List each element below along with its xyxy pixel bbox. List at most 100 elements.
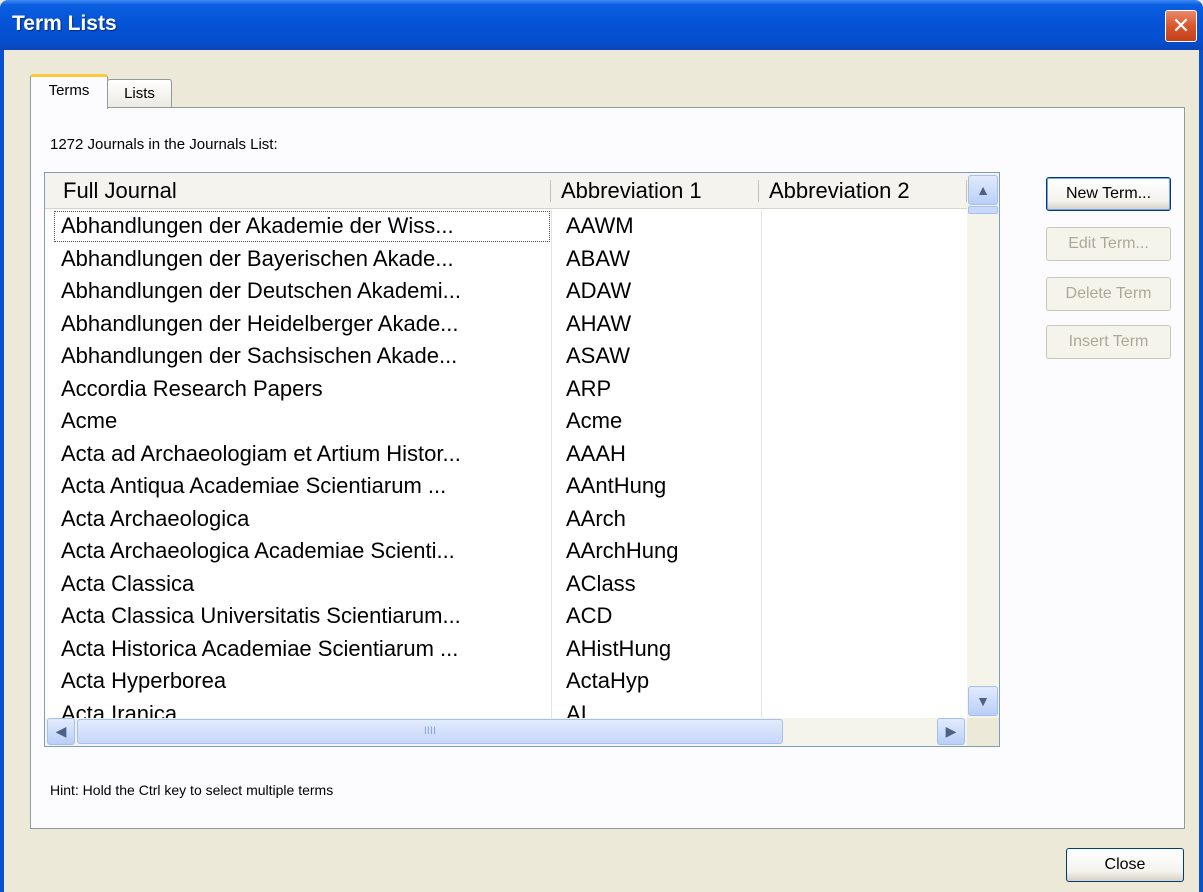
vertical-scroll-thumb[interactable] [968, 206, 998, 214]
table-row[interactable]: Acta Historica Academiae Scientiarum ...… [53, 632, 967, 665]
full-journal-cell: Acta Hyperborea [61, 668, 227, 693]
table-row[interactable]: Acta ad Archaeologiam et Artium Histor..… [53, 437, 967, 470]
table-row[interactable]: Acta Classica AClass [53, 567, 967, 600]
full-journal-cell: Acta Historica Academiae Scientiarum ... [61, 635, 459, 661]
scroll-left-button[interactable]: ◀ [47, 718, 75, 745]
grip-icon: IIII [423, 725, 437, 737]
table-row[interactable]: Abhandlungen der Deutschen Akademi... ADA… [53, 275, 967, 308]
new-term-button[interactable]: New Term... [1046, 177, 1171, 211]
column-header-label: Abbreviation 1 [561, 178, 702, 203]
vertical-scrollbar[interactable]: ▲ ▼ [967, 173, 999, 718]
abbreviation-2-cell [761, 242, 967, 275]
list-header: Full Journal Abbreviation 1 Abbreviation… [45, 173, 967, 209]
column-header-full-journal[interactable]: Full Journal [53, 173, 551, 208]
table-row[interactable]: Abhandlungen der Heidelberger Akade... AH… [53, 307, 967, 340]
full-journal-cell: Acta Classica Universitatis Scientiarum.… [61, 603, 461, 628]
full-journal-cell: Acta ad Archaeologiam et Artium Histor..… [61, 440, 461, 466]
chevron-right-icon: ▶ [945, 723, 957, 739]
full-journal-cell: Abhandlungen der Akademie der Wiss... [53, 210, 551, 243]
delete-term-button[interactable]: Delete Term [1046, 277, 1171, 311]
table-row[interactable]: Acta Archaeologica AArch [53, 502, 967, 535]
column-header-label: Abbreviation 2 [769, 178, 910, 203]
window-close-button[interactable]: ✕ [1165, 10, 1197, 42]
window-frame-left [0, 50, 4, 892]
edit-term-button[interactable]: Edit Term... [1046, 227, 1171, 261]
chevron-up-icon: ▲ [976, 182, 990, 198]
table-row[interactable]: Accordia Research Papers ARP [53, 372, 967, 405]
table-row[interactable]: Acta Classica Universitatis Scientiarum.… [53, 600, 967, 633]
table-row[interactable]: Acta Iranica AI [53, 697, 967, 719]
full-journal-cell: Abhandlungen der Bayerischen Akade... [61, 245, 454, 271]
horizontal-scrollbar[interactable]: ◀ IIII ▶ [45, 718, 999, 746]
column-header-abbreviation-2[interactable]: Abbreviation 2 [759, 173, 967, 208]
chevron-left-icon: ◀ [55, 723, 67, 739]
abbreviation-2-cell [761, 210, 967, 243]
abbreviation-1-cell: Acme [551, 405, 761, 438]
column-header-abbreviation-1[interactable]: Abbreviation 1 [551, 173, 759, 208]
hint-text: Hint: Hold the Ctrl key to select multip… [50, 782, 334, 798]
abbreviation-1-cell: ACD [551, 600, 761, 633]
full-journal-cell: Acta Iranica [61, 700, 178, 719]
table-row[interactable]: Acta Archaeologica Academiae Scienti... A… [53, 535, 967, 568]
abbreviation-1-cell: AArchHung [551, 535, 761, 568]
chevron-down-icon: ▼ [976, 693, 990, 709]
abbreviation-1-cell: ADAW [551, 275, 761, 308]
table-row[interactable]: Abhandlungen der Sachsischen Akade... ASA… [53, 340, 967, 373]
full-journal-cell: Acta Archaeologica [61, 505, 250, 531]
column-header-label: Full Journal [63, 178, 177, 203]
tab-lists[interactable]: Lists [107, 79, 172, 108]
full-journal-cell: Acta Archaeologica Academiae Scienti... [61, 538, 455, 563]
abbreviation-2-cell [761, 697, 967, 718]
abbreviation-1-cell: AAntHung [551, 470, 761, 503]
insert-term-button[interactable]: Insert Term [1046, 325, 1171, 359]
table-row[interactable]: Acta Antiqua Academiae Scientiarum ... AA… [53, 470, 967, 503]
table-row[interactable]: Acta Hyperborea ActaHyp [53, 665, 967, 698]
table-row[interactable]: Abhandlungen der Bayerischen Akade... ABA… [53, 242, 967, 275]
abbreviation-1-cell: AClass [551, 567, 761, 600]
abbreviation-2-cell [761, 372, 967, 405]
abbreviation-1-cell: ARP [551, 372, 761, 405]
scroll-down-button[interactable]: ▼ [968, 686, 998, 716]
table-row[interactable]: Acme Acme [53, 405, 967, 438]
abbreviation-2-cell [761, 405, 967, 438]
abbreviation-2-cell [761, 502, 967, 535]
window-title: Term Lists [12, 12, 117, 35]
journals-list[interactable]: Full Journal Abbreviation 1 Abbreviation… [44, 172, 1000, 747]
abbreviation-2-cell [761, 275, 967, 308]
journal-count-label: 1272 Journals in the Journals List: [50, 136, 278, 153]
abbreviation-1-cell: AHAW [551, 307, 761, 340]
horizontal-scroll-thumb[interactable]: IIII [77, 719, 783, 744]
tab-terms[interactable]: Terms [30, 74, 108, 109]
full-journal-cell: Acta Antiqua Academiae Scientiarum ... [61, 473, 447, 498]
table-row[interactable]: Abhandlungen der Akademie der Wiss... AAW… [53, 210, 967, 243]
full-journal-cell: Abhandlungen der Sachsischen Akade... [61, 343, 458, 368]
abbreviation-2-cell [761, 600, 967, 633]
abbreviation-2-cell [761, 340, 967, 373]
abbreviation-2-cell [761, 632, 967, 665]
abbreviation-2-cell [761, 665, 967, 698]
abbreviation-2-cell [761, 307, 967, 340]
full-journal-cell: Abhandlungen der Deutschen Akademi... [61, 278, 461, 303]
abbreviation-1-cell: ActaHyp [551, 665, 761, 698]
abbreviation-2-cell [761, 567, 967, 600]
abbreviation-1-cell: AHistHung [551, 632, 761, 665]
full-journal-cell: Acta Classica [61, 570, 195, 596]
abbreviation-1-cell: AArch [551, 502, 761, 535]
close-icon: ✕ [1171, 13, 1191, 38]
abbreviation-1-cell: AAAH [551, 437, 761, 470]
abbreviation-1-cell: ASAW [551, 340, 761, 373]
scrollbar-corner [967, 718, 999, 746]
abbreviation-2-cell [761, 535, 967, 568]
list-body: Abhandlungen der Akademie der Wiss... AAW… [53, 210, 967, 718]
abbreviation-2-cell [761, 437, 967, 470]
window-frame-right [1199, 50, 1203, 892]
close-button[interactable]: Close [1066, 848, 1184, 882]
abbreviation-2-cell [761, 470, 967, 503]
abbreviation-1-cell: ABAW [551, 242, 761, 275]
full-journal-cell: Acme [61, 408, 118, 433]
abbreviation-1-cell: AAWM [551, 210, 761, 243]
full-journal-cell: Accordia Research Papers [61, 375, 323, 401]
scroll-right-button[interactable]: ▶ [937, 718, 965, 745]
scroll-up-button[interactable]: ▲ [968, 175, 998, 205]
full-journal-cell: Abhandlungen der Heidelberger Akade... [61, 310, 459, 336]
